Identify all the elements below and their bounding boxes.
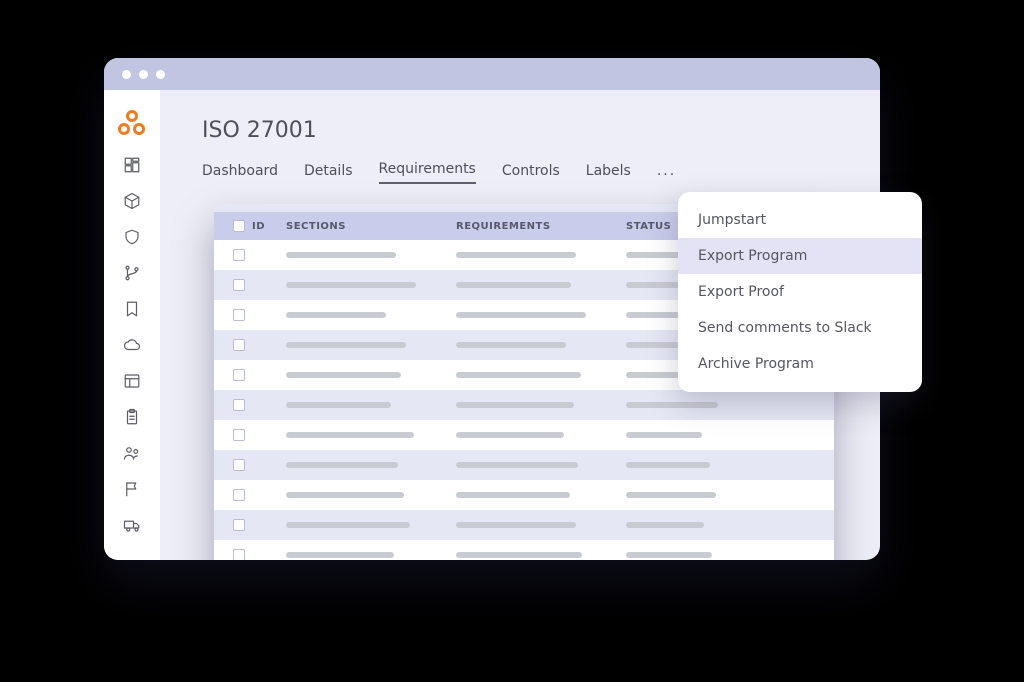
- placeholder-text: [286, 492, 404, 498]
- placeholder-text: [456, 432, 564, 438]
- placeholder-text: [286, 372, 401, 378]
- layout-icon[interactable]: [123, 372, 141, 390]
- placeholder-text: [286, 552, 394, 558]
- column-header-sections[interactable]: SECTIONS: [286, 221, 456, 232]
- more-actions-menu: Jumpstart Export Program Export Proof Se…: [678, 192, 922, 392]
- window-control-dot[interactable]: [156, 70, 165, 79]
- placeholder-text: [286, 462, 398, 468]
- placeholder-text: [626, 462, 710, 468]
- table-row[interactable]: [214, 390, 834, 420]
- row-checkbox[interactable]: [233, 519, 245, 531]
- placeholder-text: [626, 552, 712, 558]
- row-checkbox[interactable]: [233, 459, 245, 471]
- tab-controls[interactable]: Controls: [502, 163, 560, 184]
- placeholder-text: [456, 462, 578, 468]
- table-row[interactable]: [214, 510, 834, 540]
- row-checkbox[interactable]: [233, 549, 245, 560]
- placeholder-text: [286, 252, 396, 258]
- tabs: Dashboard Details Requirements Controls …: [202, 161, 842, 184]
- select-all-checkbox[interactable]: [233, 220, 245, 232]
- page-title: ISO 27001: [202, 118, 842, 143]
- row-checkbox[interactable]: [233, 489, 245, 501]
- row-checkbox[interactable]: [233, 429, 245, 441]
- row-checkbox[interactable]: [233, 369, 245, 381]
- tab-details[interactable]: Details: [304, 163, 353, 184]
- row-checkbox[interactable]: [233, 249, 245, 261]
- placeholder-text: [626, 402, 718, 408]
- package-icon[interactable]: [123, 192, 141, 210]
- column-header-id[interactable]: ID: [252, 221, 286, 232]
- clipboard-icon[interactable]: [123, 408, 141, 426]
- window-control-dot[interactable]: [139, 70, 148, 79]
- placeholder-text: [456, 552, 582, 558]
- placeholder-text: [286, 402, 391, 408]
- placeholder-text: [286, 342, 406, 348]
- dashboard-icon[interactable]: [123, 156, 141, 174]
- menu-item-send-comments-to-slack[interactable]: Send comments to Slack: [678, 310, 922, 346]
- titlebar: [104, 58, 880, 90]
- row-checkbox[interactable]: [233, 339, 245, 351]
- truck-icon[interactable]: [123, 516, 141, 534]
- menu-item-archive-program[interactable]: Archive Program: [678, 346, 922, 382]
- tab-labels[interactable]: Labels: [586, 163, 631, 184]
- menu-item-export-proof[interactable]: Export Proof: [678, 274, 922, 310]
- placeholder-text: [286, 432, 414, 438]
- placeholder-text: [626, 522, 704, 528]
- table-row[interactable]: [214, 480, 834, 510]
- placeholder-text: [626, 492, 716, 498]
- brand-logo-icon: [118, 110, 146, 138]
- sidebar: [104, 90, 160, 560]
- placeholder-text: [456, 252, 576, 258]
- team-icon[interactable]: [123, 444, 141, 462]
- placeholder-text: [456, 282, 571, 288]
- flag-icon[interactable]: [123, 480, 141, 498]
- column-header-requirements[interactable]: REQUIREMENTS: [456, 221, 626, 232]
- tab-more-button[interactable]: ...: [657, 163, 676, 184]
- menu-item-jumpstart[interactable]: Jumpstart: [678, 202, 922, 238]
- row-checkbox[interactable]: [233, 279, 245, 291]
- shield-icon[interactable]: [123, 228, 141, 246]
- bookmark-icon[interactable]: [123, 300, 141, 318]
- branch-icon[interactable]: [123, 264, 141, 282]
- placeholder-text: [456, 342, 566, 348]
- placeholder-text: [286, 522, 410, 528]
- placeholder-text: [286, 282, 416, 288]
- row-checkbox[interactable]: [233, 309, 245, 321]
- placeholder-text: [456, 402, 574, 408]
- placeholder-text: [456, 372, 581, 378]
- window-control-dot[interactable]: [122, 70, 131, 79]
- menu-item-export-program[interactable]: Export Program: [678, 238, 922, 274]
- placeholder-text: [626, 432, 702, 438]
- table-row[interactable]: [214, 540, 834, 560]
- table-row[interactable]: [214, 420, 834, 450]
- placeholder-text: [456, 522, 576, 528]
- cloud-icon[interactable]: [123, 336, 141, 354]
- tab-dashboard[interactable]: Dashboard: [202, 163, 278, 184]
- placeholder-text: [456, 492, 570, 498]
- placeholder-text: [456, 312, 586, 318]
- placeholder-text: [286, 312, 386, 318]
- row-checkbox[interactable]: [233, 399, 245, 411]
- tab-requirements[interactable]: Requirements: [379, 161, 476, 184]
- table-row[interactable]: [214, 450, 834, 480]
